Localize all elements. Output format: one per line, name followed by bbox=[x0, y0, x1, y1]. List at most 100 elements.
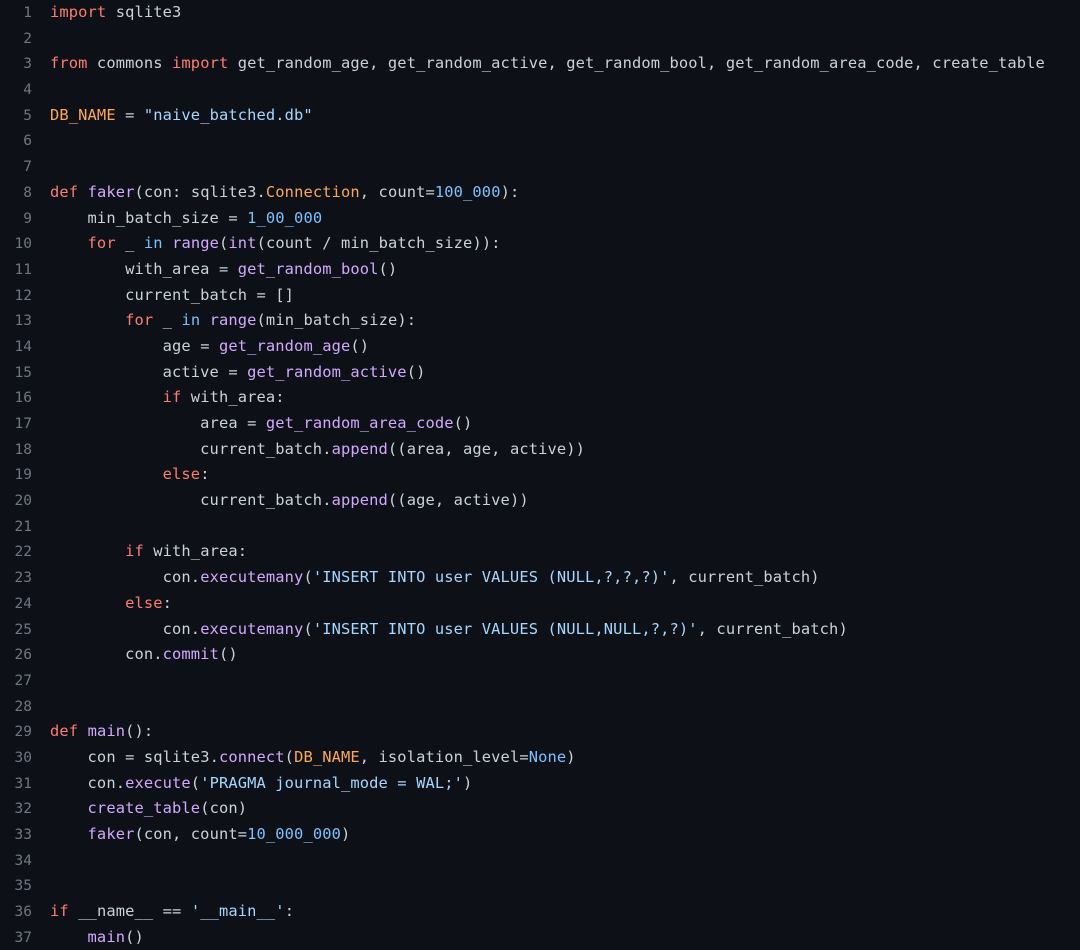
code-line-content[interactable] bbox=[32, 668, 1080, 694]
code-line[interactable]: 1 import sqlite3 bbox=[0, 0, 1080, 26]
code-token: = bbox=[115, 105, 144, 124]
code-line-content[interactable]: else: bbox=[32, 462, 1080, 488]
line-number: 21 bbox=[14, 518, 32, 535]
code-line-content[interactable]: if with_area: bbox=[32, 385, 1080, 411]
code-line[interactable]: 9 min_batch_size = 1_00_000 bbox=[0, 206, 1080, 232]
code-line-content[interactable]: con = sqlite3.connect(DB_NAME, isolation… bbox=[32, 745, 1080, 771]
code-line[interactable]: 14 age = get_random_age() bbox=[0, 334, 1080, 360]
code-line-content[interactable] bbox=[32, 154, 1080, 180]
code-line-content[interactable]: faker(con, count=10_000_000) bbox=[32, 822, 1080, 848]
code-line-content[interactable]: con.executemany('INSERT INTO user VALUES… bbox=[32, 617, 1080, 643]
code-line-content[interactable]: min_batch_size = 1_00_000 bbox=[32, 206, 1080, 232]
code-line[interactable]: 25 con.executemany('INSERT INTO user VAL… bbox=[0, 617, 1080, 643]
code-line[interactable]: 32 create_table(con) bbox=[0, 796, 1080, 822]
code-line-content[interactable]: create_table(con) bbox=[32, 796, 1080, 822]
code-line-content[interactable] bbox=[32, 848, 1080, 874]
code-line[interactable]: 33 faker(con, count=10_000_000) bbox=[0, 822, 1080, 848]
line-number: 23 bbox=[14, 570, 32, 587]
code-line[interactable]: 37 main() bbox=[0, 925, 1080, 950]
code-line-content[interactable]: age = get_random_age() bbox=[32, 334, 1080, 360]
code-line[interactable]: 21 bbox=[0, 514, 1080, 540]
line-number: 6 bbox=[23, 133, 32, 150]
code-token: else bbox=[125, 593, 163, 612]
code-line[interactable]: 16 if with_area: bbox=[0, 385, 1080, 411]
code-line-content[interactable] bbox=[32, 873, 1080, 899]
code-line[interactable]: 24 else: bbox=[0, 591, 1080, 617]
code-line[interactable]: 7 bbox=[0, 154, 1080, 180]
code-token: def bbox=[50, 722, 79, 741]
code-token: : bbox=[284, 902, 295, 921]
code-line[interactable]: 12 current_batch = [] bbox=[0, 283, 1080, 309]
code-line[interactable]: 4 bbox=[0, 77, 1080, 103]
code-token: faker bbox=[87, 825, 135, 843]
code-line-content[interactable]: area = get_random_area_code() bbox=[32, 411, 1080, 437]
code-line[interactable]: 5 DB_NAME = "naive_batched.db" bbox=[0, 103, 1080, 129]
line-number: 20 bbox=[14, 493, 32, 510]
code-line[interactable]: 22 if with_area: bbox=[0, 539, 1080, 565]
code-line-content[interactable]: def main(): bbox=[32, 719, 1080, 745]
code-line-content[interactable]: current_batch.append((age, active)) bbox=[32, 488, 1080, 514]
code-line-content[interactable] bbox=[32, 514, 1080, 540]
code-line-content[interactable]: con.commit() bbox=[32, 642, 1080, 668]
code-line-content[interactable]: main() bbox=[32, 925, 1080, 950]
code-line[interactable]: 18 current_batch.append((area, age, acti… bbox=[0, 437, 1080, 463]
code-token: import bbox=[172, 54, 229, 73]
code-line[interactable]: 2 bbox=[0, 26, 1080, 52]
code-line-content[interactable]: current_batch.append((area, age, active)… bbox=[32, 437, 1080, 463]
code-token: 10_000_000 bbox=[247, 825, 341, 843]
line-number: 1 bbox=[23, 5, 32, 21]
code-line[interactable]: 36 if __name__ == '__main__': bbox=[0, 899, 1080, 925]
code-line-content[interactable]: if with_area: bbox=[32, 539, 1080, 565]
code-token: = bbox=[200, 336, 219, 355]
code-line[interactable]: 13 for _ in range(min_batch_size): bbox=[0, 308, 1080, 334]
code-lines-container[interactable]: 1 import sqlite3 2 3 from commons import ge… bbox=[0, 0, 1080, 950]
code-line[interactable]: 3 from commons import get_random_age, get… bbox=[0, 51, 1080, 77]
code-token: if bbox=[125, 542, 144, 561]
code-line-content[interactable]: from commons import get_random_age, get_… bbox=[32, 51, 1080, 77]
code-line[interactable]: 28 bbox=[0, 694, 1080, 720]
code-line[interactable]: 26 con.commit() bbox=[0, 642, 1080, 668]
code-token: 1_00_000 bbox=[247, 208, 323, 227]
code-line-content[interactable]: def faker(con: sqlite3.Connection, count… bbox=[32, 180, 1080, 206]
code-line-content[interactable] bbox=[32, 128, 1080, 154]
code-line-content[interactable]: for _ in range(min_batch_size): bbox=[32, 308, 1080, 334]
code-line[interactable]: 34 bbox=[0, 848, 1080, 874]
code-line-content[interactable]: for _ in range(int(count / min_batch_siz… bbox=[32, 231, 1080, 257]
code-line[interactable]: 11 with_area = get_random_bool() bbox=[0, 257, 1080, 283]
code-line-content[interactable]: if __name__ == '__main__': bbox=[32, 899, 1080, 925]
code-line-content[interactable]: else: bbox=[32, 591, 1080, 617]
code-line-content[interactable] bbox=[32, 77, 1080, 103]
code-token: (): bbox=[125, 722, 154, 741]
code-line-content[interactable]: active = get_random_active() bbox=[32, 360, 1080, 386]
code-line[interactable]: 10 for _ in range(int(count / min_batch_… bbox=[0, 231, 1080, 257]
code-line[interactable]: 15 active = get_random_active() bbox=[0, 360, 1080, 386]
code-line[interactable]: 29 def main(): bbox=[0, 719, 1080, 745]
code-line-content[interactable]: import sqlite3 bbox=[32, 0, 1080, 26]
code-token: = bbox=[125, 747, 144, 766]
code-line-content[interactable]: DB_NAME = "naive_batched.db" bbox=[32, 103, 1080, 129]
code-editor[interactable]: 1 import sqlite3 2 3 from commons import ge… bbox=[0, 0, 1080, 950]
code-line[interactable]: 23 con.executemany('INSERT INTO user VAL… bbox=[0, 565, 1080, 591]
code-line[interactable]: 20 current_batch.append((age, active)) bbox=[0, 488, 1080, 514]
code-line-content[interactable]: current_batch = [] bbox=[32, 283, 1080, 309]
code-line[interactable]: 35 bbox=[0, 873, 1080, 899]
code-line[interactable]: 6 bbox=[0, 128, 1080, 154]
code-line[interactable]: 17 area = get_random_area_code() bbox=[0, 411, 1080, 437]
line-number: 26 bbox=[14, 647, 32, 664]
code-line[interactable]: 31 con.execute('PRAGMA journal_mode = WA… bbox=[0, 771, 1080, 797]
code-line-content[interactable]: con.executemany('INSERT INTO user VALUES… bbox=[32, 565, 1080, 591]
line-number: 24 bbox=[14, 595, 32, 612]
line-number: 14 bbox=[14, 338, 32, 355]
code-line-content[interactable] bbox=[32, 26, 1080, 52]
code-line[interactable]: 8 def faker(con: sqlite3.Connection, coun… bbox=[0, 180, 1080, 206]
code-line-content[interactable]: with_area = get_random_bool() bbox=[32, 257, 1080, 283]
code-line-content[interactable] bbox=[32, 694, 1080, 720]
code-token: faker bbox=[87, 182, 135, 201]
code-line[interactable]: 27 bbox=[0, 668, 1080, 694]
code-token: ( bbox=[219, 234, 229, 253]
code-line[interactable]: 30 con = sqlite3.connect(DB_NAME, isolat… bbox=[0, 745, 1080, 771]
code-line-content[interactable]: con.execute('PRAGMA journal_mode = WAL;'… bbox=[32, 771, 1080, 797]
code-line[interactable]: 19 else: bbox=[0, 462, 1080, 488]
